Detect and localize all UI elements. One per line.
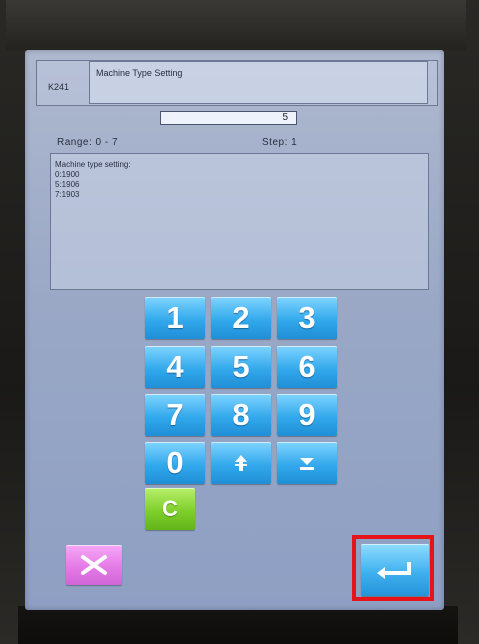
key-4[interactable]: 4: [145, 346, 205, 388]
info-panel: Machine type setting: 0:1900 5:1906 7:19…: [50, 153, 429, 290]
key-9[interactable]: 9: [277, 394, 337, 436]
page-title: Machine Type Setting: [96, 68, 183, 78]
value-input[interactable]: 5: [160, 111, 297, 125]
info-line: 5:1906: [55, 180, 80, 189]
range-label: Range: 0 - 7: [57, 137, 119, 148]
key-5[interactable]: 5: [211, 346, 271, 388]
bezel-bottom: [18, 606, 458, 644]
bezel-top: [6, 0, 466, 50]
up-arrow-icon: [235, 455, 247, 471]
key-8[interactable]: 8: [211, 394, 271, 436]
decrement-button[interactable]: [277, 442, 337, 484]
key-7[interactable]: 7: [145, 394, 205, 436]
cancel-button[interactable]: [66, 545, 122, 585]
info-line: Machine type setting:: [55, 160, 131, 169]
key-0[interactable]: 0: [145, 442, 205, 484]
close-x-icon: [81, 555, 107, 575]
clear-button[interactable]: C: [145, 488, 195, 530]
info-line: 7:1903: [55, 190, 80, 199]
key-6[interactable]: 6: [277, 346, 337, 388]
key-2[interactable]: 2: [211, 297, 271, 339]
increment-button[interactable]: [211, 442, 271, 484]
step-label: Step: 1: [262, 137, 298, 148]
key-1[interactable]: 1: [145, 297, 205, 339]
info-line: 0:1900: [55, 170, 80, 179]
key-3[interactable]: 3: [277, 297, 337, 339]
screen-code: K241: [48, 82, 70, 92]
down-arrow-icon: [300, 458, 314, 470]
enter-button-highlight: [352, 535, 434, 601]
